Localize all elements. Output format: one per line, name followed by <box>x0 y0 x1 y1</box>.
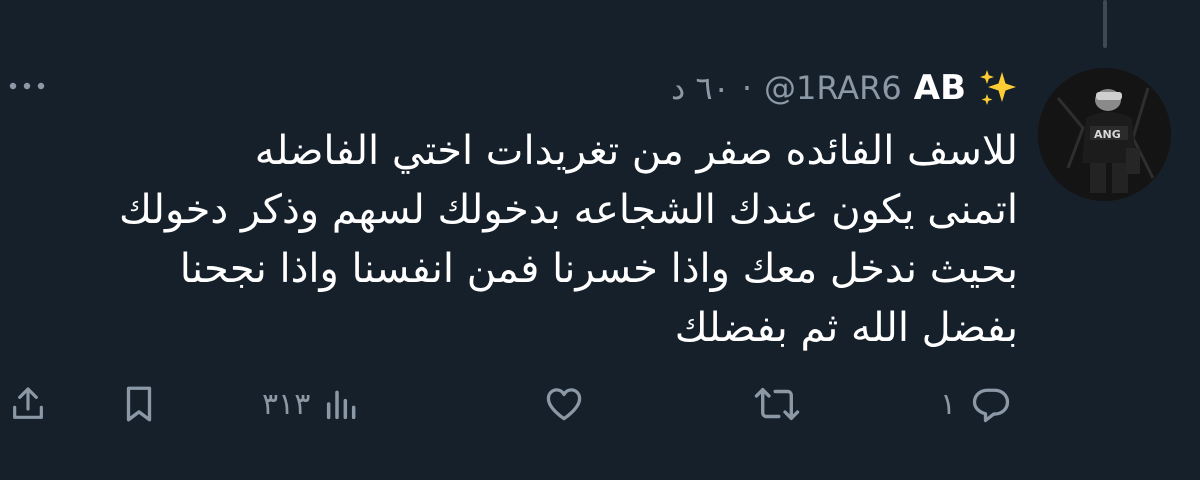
avatar-photo: ANG <box>1038 68 1171 201</box>
bookmark-button[interactable] <box>118 376 160 432</box>
tweet-text-line: بحيث ندخل معك واذا خسرنا فمن انفسنا واذا… <box>179 246 1018 292</box>
views-button[interactable]: ٣١٣ <box>262 376 362 432</box>
analytics-icon <box>327 390 356 420</box>
reply-count: ١ <box>940 386 957 422</box>
heart-icon <box>546 388 582 421</box>
tweet-actions: ٣١٣ ١ <box>0 376 1200 432</box>
tweet-header: AB @1RAR6 · ٦٠ د <box>671 60 1018 116</box>
tweet-text-line: للاسف الفائده صفر من تغريدات اختي الفاضل… <box>254 128 1018 174</box>
display-name[interactable]: AB <box>914 68 966 108</box>
tweet-text-line: بفضل الله ثم بفضلك <box>674 305 1018 351</box>
share-icon <box>13 387 43 419</box>
views-count: ٣١٣ <box>262 386 311 422</box>
thread-line <box>1103 0 1107 48</box>
reply-button[interactable]: ١ <box>940 376 1014 432</box>
timestamp[interactable]: ٦٠ د <box>671 69 730 107</box>
tweet-text-line: اتمنى يكون عندك الشجاعه بدخولك لسهم وذكر… <box>119 187 1018 233</box>
sparkles-icon <box>980 70 1016 105</box>
bookmark-icon <box>126 386 152 422</box>
share-button[interactable] <box>8 376 48 432</box>
username-handle[interactable]: @1RAR6 <box>764 69 902 107</box>
svg-text:ANG: ANG <box>1094 128 1121 141</box>
like-button[interactable] <box>542 376 598 432</box>
retweet-button[interactable] <box>752 376 814 432</box>
tweet-text: للاسف الفائده صفر من تغريدات اختي الفاضل… <box>18 122 1018 358</box>
retweet-icon <box>754 388 800 420</box>
more-icon[interactable] <box>6 78 48 94</box>
reply-icon <box>972 388 1010 423</box>
separator-dot: · <box>741 69 752 107</box>
avatar[interactable]: ANG <box>1038 68 1171 201</box>
